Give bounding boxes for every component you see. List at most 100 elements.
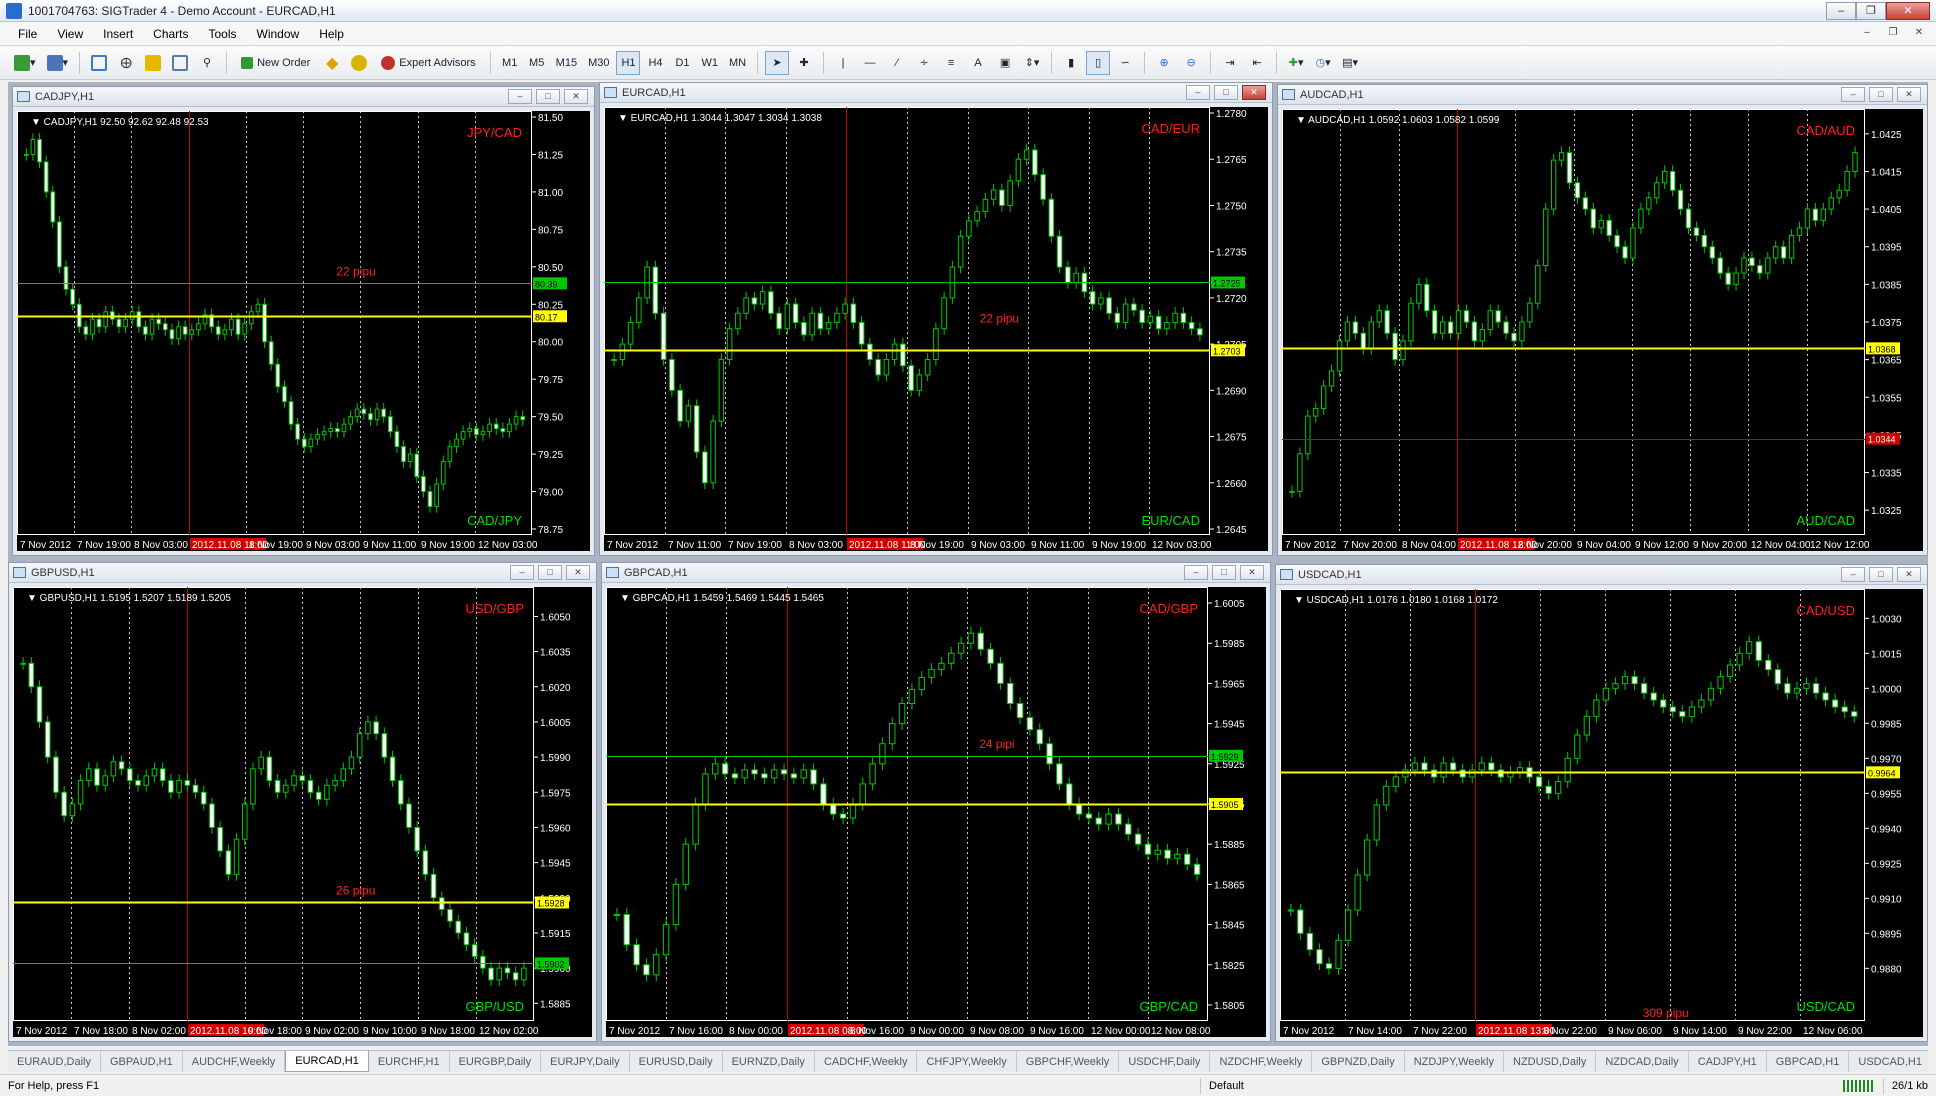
chart-maximize-icon[interactable]: □: [1214, 85, 1238, 100]
line-chart-button[interactable]: ∽: [1113, 51, 1137, 75]
chart-minimize-icon[interactable]: –: [1186, 85, 1210, 100]
chart-close-icon[interactable]: ✕: [566, 565, 590, 580]
chart-canvas[interactable]: 1.6050 1.6035 1.6020 1.6005 1.5990 1.5975 1.59…: [13, 587, 592, 1037]
chart-maximize-icon[interactable]: □: [1869, 87, 1893, 102]
chart-tab[interactable]: USDCAD,H1: [1849, 1051, 1928, 1072]
vertical-line-tool[interactable]: |: [831, 51, 855, 75]
candlestick-chart[interactable]: 1.60051.59851.59651.59451.59251.59051.58…: [606, 587, 1266, 1037]
zoom-in-button[interactable]: ⊕: [1152, 51, 1176, 75]
market-watch-button[interactable]: [87, 51, 111, 75]
chart-close-icon[interactable]: ✕: [1240, 565, 1264, 580]
chart-canvas[interactable]: 1.0030 1.0015 1.0000 0.9985 0.9970 0.9955 0.99…: [1280, 589, 1923, 1037]
terminal-button[interactable]: [168, 51, 192, 75]
chart-canvas[interactable]: 1.0425 1.0415 1.0405 1.0395 1.0385 1.0375 1.03…: [1282, 109, 1923, 551]
zoom-out-button[interactable]: ⊖: [1179, 51, 1203, 75]
data-window-button[interactable]: ⨁: [114, 51, 138, 75]
candlestick-button[interactable]: ▯: [1086, 50, 1111, 75]
candlestick-chart[interactable]: 1.6050 1.6035 1.6020 1.6005 1.5990 1.5975 1.59…: [13, 587, 592, 1037]
candlestick-chart[interactable]: 1.0030 1.0015 1.0000 0.9985 0.9970 0.9955 0.99…: [1280, 589, 1923, 1037]
chart-tab[interactable]: NZDCHF,Weekly: [1210, 1051, 1313, 1072]
cursor-tool[interactable]: ➤: [765, 50, 790, 75]
arrows-tool[interactable]: ⇕▾: [1020, 51, 1044, 75]
chart-window-titlebar[interactable]: EURCAD,H1 – □ ✕: [600, 83, 1272, 103]
bar-chart-button[interactable]: ▮: [1059, 51, 1083, 75]
chart-tab[interactable]: EURCHF,H1: [369, 1051, 450, 1072]
candlestick-chart[interactable]: 1.27801.27651.27501.27351.27201.27051.26…: [604, 107, 1268, 551]
chart-tab[interactable]: CADCHF,Weekly: [815, 1051, 918, 1072]
chart-shift-button[interactable]: ⇤: [1245, 51, 1269, 75]
timeframe-m15[interactable]: M15: [552, 51, 581, 75]
chart-maximize-icon[interactable]: □: [538, 565, 562, 580]
chart-maximize-icon[interactable]: □: [1869, 567, 1893, 582]
chart-canvas[interactable]: 81.50 81.25 81.00 80.75 80.50 80.25 80.00 79.75…: [17, 111, 590, 551]
candlestick-chart[interactable]: 81.50 81.25 81.00 80.75 80.50 80.25 80.00 79.75…: [17, 111, 590, 551]
candlestick-chart[interactable]: 1.0425 1.0415 1.0405 1.0395 1.0385 1.0375 1.03…: [1282, 109, 1923, 551]
crosshair-tool[interactable]: ✚: [792, 51, 816, 75]
chart-minimize-icon[interactable]: –: [1841, 567, 1865, 582]
chart-maximize-icon[interactable]: □: [1212, 565, 1236, 580]
chart-tab[interactable]: EURNZD,Daily: [723, 1051, 815, 1072]
timeframe-w1[interactable]: W1: [697, 51, 722, 75]
chart-window-titlebar[interactable]: USDCAD,H1 – □ ✕: [1276, 565, 1927, 585]
mdi-close-icon[interactable]: ✕: [1910, 27, 1928, 41]
close-button[interactable]: ✕: [1886, 1, 1930, 20]
chart-tab[interactable]: NZDCAD,Daily: [1596, 1051, 1689, 1072]
chart-close-icon[interactable]: ✕: [1897, 87, 1921, 102]
trendline-tool[interactable]: ∕: [885, 51, 909, 75]
chart-canvas[interactable]: 1.27801.27651.27501.27351.27201.27051.26…: [604, 107, 1268, 551]
menu-help[interactable]: Help: [309, 27, 354, 41]
timeframe-m1[interactable]: M1: [498, 51, 522, 75]
chart-window-gbpusd[interactable]: GBPUSD,H1 – □ ✕ 1.6050 1.6035 1.6020 1.6005 1.…: [8, 562, 597, 1042]
chart-tab[interactable]: CADJPY,H1: [1689, 1051, 1767, 1072]
auto-scroll-button[interactable]: ⇥: [1218, 51, 1242, 75]
chart-tab[interactable]: EURCAD,H1: [285, 1051, 369, 1072]
chart-tab[interactable]: GBPCHF,Weekly: [1017, 1051, 1120, 1072]
chart-tab[interactable]: NZDUSD,Daily: [1504, 1051, 1597, 1072]
chart-window-cadjpy[interactable]: CADJPY,H1 – □ ✕ 81.50 81.25 81.00 80.75 80.50 8…: [12, 86, 595, 556]
chart-close-icon[interactable]: ✕: [564, 89, 588, 104]
chart-tab[interactable]: AUDCHF,Weekly: [183, 1051, 286, 1072]
timeframe-m5[interactable]: M5: [525, 51, 549, 75]
menu-file[interactable]: File: [8, 27, 47, 41]
chart-window-titlebar[interactable]: AUDCAD,H1 – □ ✕: [1278, 85, 1927, 105]
chart-window-gbpcad[interactable]: GBPCAD,H1 – □ ✕ 1.6005 1.5985 1.5965 1.5945 1.…: [601, 562, 1271, 1042]
menu-insert[interactable]: Insert: [93, 27, 143, 41]
horizontal-line-tool[interactable]: —: [858, 51, 882, 75]
mdi-restore-icon[interactable]: ❐: [1884, 27, 1902, 41]
menu-view[interactable]: View: [47, 27, 93, 41]
chart-tab[interactable]: CHFJPY,Weekly: [917, 1051, 1017, 1072]
chart-tab[interactable]: EURGBP,Daily: [450, 1051, 542, 1072]
chart-tab[interactable]: EURUSD,Daily: [630, 1051, 723, 1072]
chart-tab[interactable]: NZDJPY,Weekly: [1405, 1051, 1504, 1072]
chart-minimize-icon[interactable]: –: [510, 565, 534, 580]
chart-minimize-icon[interactable]: –: [508, 89, 532, 104]
menu-charts[interactable]: Charts: [143, 27, 198, 41]
minimize-button[interactable]: –: [1826, 1, 1856, 20]
new-chart-button[interactable]: ▾: [10, 51, 40, 75]
maximize-button[interactable]: ❐: [1856, 1, 1886, 20]
indicators-button[interactable]: ✚ ▾: [1284, 51, 1308, 75]
chart-close-icon[interactable]: ✕: [1897, 567, 1921, 582]
chart-window-titlebar[interactable]: CADJPY,H1 – □ ✕: [13, 87, 594, 107]
chart-minimize-icon[interactable]: –: [1841, 87, 1865, 102]
mdi-minimize-icon[interactable]: –: [1858, 27, 1876, 41]
chart-tab[interactable]: EURAUD,Daily: [8, 1051, 101, 1072]
templates-button[interactable]: ▤ ▾: [1338, 51, 1362, 75]
fibonacci-tool[interactable]: ≡: [939, 51, 963, 75]
text-tool[interactable]: A: [966, 51, 990, 75]
metaeditor-button[interactable]: ◆: [320, 51, 344, 75]
new-order-button[interactable]: New Order: [234, 51, 317, 75]
chart-tab[interactable]: GBPCAD,H1: [1767, 1051, 1850, 1072]
navigator-button[interactable]: [141, 51, 165, 75]
options-button[interactable]: [347, 51, 371, 75]
chart-window-titlebar[interactable]: GBPCAD,H1 – □ ✕: [602, 563, 1270, 583]
expert-advisors-button[interactable]: Expert Advisors: [374, 51, 482, 75]
timeframe-m30[interactable]: M30: [584, 51, 613, 75]
chart-tab[interactable]: GBPNZD,Daily: [1312, 1051, 1405, 1072]
periods-button[interactable]: ◷ ▾: [1311, 51, 1335, 75]
menu-tools[interactable]: Tools: [199, 27, 247, 41]
chart-tab[interactable]: GBPAUD,H1: [101, 1051, 183, 1072]
chart-tab[interactable]: USDCHF,Daily: [1119, 1051, 1211, 1072]
menu-window[interactable]: Window: [247, 27, 310, 41]
timeframe-h4[interactable]: H4: [643, 51, 667, 75]
